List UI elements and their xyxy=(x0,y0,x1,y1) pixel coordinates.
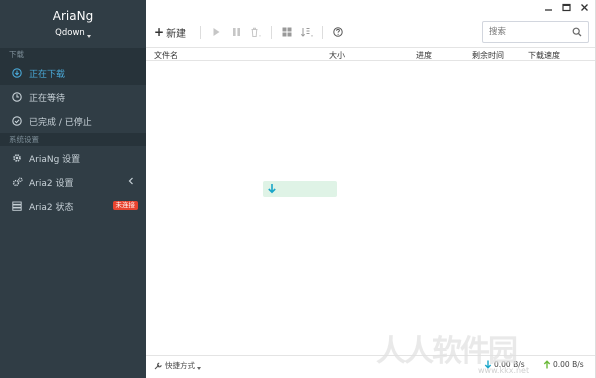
brand: AriaNg Qdown xyxy=(0,0,146,48)
task-table-header: 文件名 大小 进度 剩余时间 下载速度 xyxy=(146,47,595,61)
sidebar: AriaNg Qdown 下载 正在下载 正在等待 已完成 / 已停止 系统设置… xyxy=(0,0,146,378)
play-icon xyxy=(213,28,220,36)
chevron-left-icon xyxy=(128,177,134,188)
server-name: Qdown xyxy=(55,28,85,38)
minimize-button[interactable] xyxy=(544,3,553,12)
upload-speed-value: 0.00 B/s xyxy=(553,360,584,369)
shortcut-label: 快捷方式 xyxy=(165,361,195,370)
upload-arrow-icon xyxy=(543,360,551,369)
maximize-button[interactable] xyxy=(562,3,571,12)
sort-button[interactable] xyxy=(298,24,316,40)
toolbar-divider xyxy=(271,25,273,39)
new-task-button[interactable]: + 新建 xyxy=(154,25,186,40)
sidebar-item-label: AriaNg 设置 xyxy=(29,154,81,165)
sidebar-item-label: 正在等待 xyxy=(29,93,66,104)
app-name: AriaNg xyxy=(52,9,94,23)
search-input[interactable] xyxy=(483,22,569,42)
start-button[interactable] xyxy=(207,24,225,40)
sidebar-item-label: Aria2 设置 xyxy=(29,178,74,189)
caret-down-icon xyxy=(197,367,201,370)
pause-button[interactable] xyxy=(227,24,245,40)
main-panel: + 新建 文件名 大小 进度 剩余时间 xyxy=(146,0,596,378)
select-all-button[interactable] xyxy=(278,24,296,40)
sidebar-item-aria2-status[interactable]: Aria2 状态 未连接 xyxy=(0,194,146,218)
section-header-download: 下载 xyxy=(0,48,146,61)
toolbar: + 新建 xyxy=(154,22,348,42)
new-task-label: 新建 xyxy=(166,28,187,40)
sidebar-item-downloading[interactable]: 正在下载 xyxy=(0,61,146,85)
watermark-text: 人人软件园 xyxy=(376,334,518,369)
section-header-settings: 系统设置 xyxy=(0,133,146,146)
plus-icon: + xyxy=(154,25,165,39)
server-icon xyxy=(11,200,23,212)
gears-icon xyxy=(11,176,23,188)
search-box xyxy=(482,21,589,43)
download-circle-icon xyxy=(11,67,23,79)
sidebar-item-stopped[interactable]: 已完成 / 已停止 xyxy=(0,109,146,133)
column-header-download-speed[interactable]: 下载速度 xyxy=(528,50,560,61)
search-icon[interactable] xyxy=(572,27,582,40)
gear-icon xyxy=(11,152,23,164)
column-header-remaining-time[interactable]: 剩余时间 xyxy=(472,50,504,61)
sidebar-item-label: 正在下载 xyxy=(29,69,66,80)
sort-icon xyxy=(301,27,314,37)
trash-icon xyxy=(251,27,262,37)
sidebar-item-aria2-settings[interactable]: Aria2 设置 xyxy=(0,170,146,194)
upload-speed: 0.00 B/s xyxy=(543,360,584,369)
help-button[interactable] xyxy=(329,24,347,40)
empty-task-indicator xyxy=(263,181,337,197)
close-button[interactable] xyxy=(580,3,589,12)
delete-button[interactable] xyxy=(247,24,265,40)
sidebar-item-ariang-settings[interactable]: AriaNg 设置 xyxy=(0,146,146,170)
column-header-filename[interactable]: 文件名 xyxy=(154,50,178,61)
status-badge: 未连接 xyxy=(112,201,138,210)
sidebar-item-waiting[interactable]: 正在等待 xyxy=(0,85,146,109)
grid-icon xyxy=(282,27,292,37)
window-controls xyxy=(544,3,589,12)
shortcut-menu[interactable]: 快捷方式 xyxy=(154,360,201,371)
wrench-icon xyxy=(154,362,162,370)
question-circle-icon xyxy=(333,27,343,37)
column-header-progress[interactable]: 进度 xyxy=(416,50,432,61)
watermark-url: www.kkx.net xyxy=(478,366,530,375)
toolbar-divider xyxy=(322,25,324,39)
column-header-size[interactable]: 大小 xyxy=(329,50,345,61)
check-circle-icon xyxy=(11,115,23,127)
caret-down-icon xyxy=(86,35,91,38)
pause-icon xyxy=(232,28,240,36)
toolbar-divider xyxy=(200,25,202,39)
sidebar-item-label: Aria2 状态 xyxy=(29,202,74,213)
clock-icon xyxy=(11,91,23,103)
sidebar-item-label: 已完成 / 已停止 xyxy=(29,117,92,128)
server-selector[interactable]: Qdown xyxy=(0,28,146,38)
arrow-down-icon xyxy=(267,183,277,197)
